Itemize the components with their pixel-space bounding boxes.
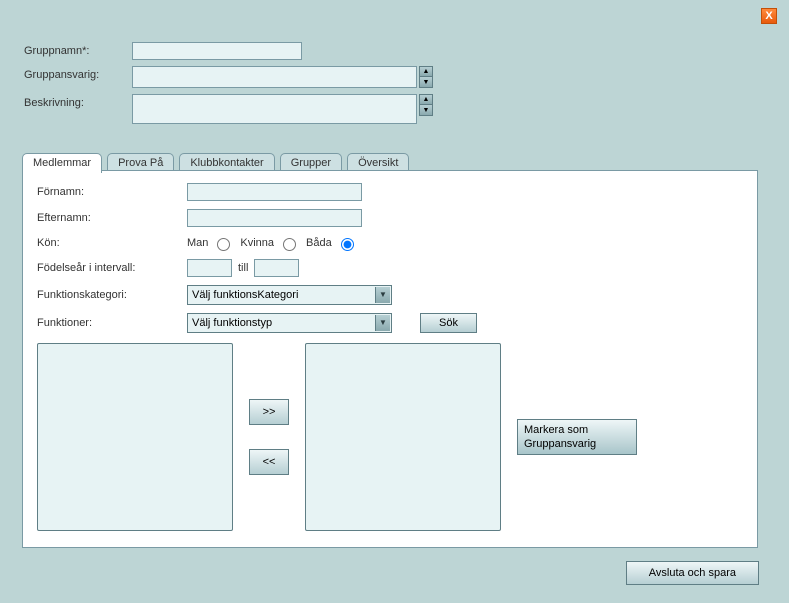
move-right-button[interactable]: >> bbox=[249, 399, 289, 425]
funktionskategori-select[interactable]: Välj funktionsKategori bbox=[187, 285, 392, 305]
fodelsear-till-label: till bbox=[238, 262, 248, 274]
gruppansvarig-down-icon[interactable]: ▼ bbox=[419, 77, 433, 88]
efternamn-input[interactable] bbox=[187, 209, 362, 227]
sok-button[interactable]: Sök bbox=[420, 313, 477, 333]
gruppansvarig-up-icon[interactable]: ▲ bbox=[419, 66, 433, 77]
available-listbox[interactable] bbox=[37, 343, 233, 531]
kon-kvinna-label: Kvinna bbox=[240, 237, 274, 249]
beskrivning-down-icon[interactable]: ▼ bbox=[419, 105, 433, 116]
avsluta-och-spara-button[interactable]: Avsluta och spara bbox=[626, 561, 759, 585]
gruppansvarig-label: Gruppansvarig: bbox=[24, 66, 132, 81]
markera-line1: Markera som bbox=[524, 424, 588, 436]
funktioner-label: Funktioner: bbox=[37, 317, 187, 329]
beskrivning-label: Beskrivning: bbox=[24, 94, 132, 109]
funktioner-select[interactable]: Välj funktionstyp bbox=[187, 313, 392, 333]
header-form: Gruppnamn*: Gruppansvarig: ▲ ▼ Beskrivni… bbox=[24, 42, 433, 130]
markera-line2: Gruppansvarig bbox=[524, 438, 596, 450]
fodelsear-label: Födelseår i intervall: bbox=[37, 262, 187, 274]
move-left-button[interactable]: << bbox=[249, 449, 289, 475]
gruppansvarig-input[interactable] bbox=[132, 66, 417, 88]
gruppnamn-input[interactable] bbox=[132, 42, 302, 60]
kon-label: Kön: bbox=[37, 237, 187, 249]
fornamn-input[interactable] bbox=[187, 183, 362, 201]
footer: Avsluta och spara bbox=[626, 561, 759, 585]
beskrivning-input[interactable] bbox=[132, 94, 417, 124]
funktionskategori-label: Funktionskategori: bbox=[37, 289, 187, 301]
fodelsear-from-input[interactable] bbox=[187, 259, 232, 277]
tab-panel-medlemmar: Förnamn: Efternamn: Kön: Man Kvinna Båda… bbox=[22, 170, 758, 548]
efternamn-label: Efternamn: bbox=[37, 212, 187, 224]
gruppnamn-label: Gruppnamn*: bbox=[24, 42, 132, 57]
selected-listbox[interactable] bbox=[305, 343, 501, 531]
kon-bada-radio[interactable] bbox=[341, 238, 354, 251]
fodelsear-to-input[interactable] bbox=[254, 259, 299, 277]
fornamn-label: Förnamn: bbox=[37, 186, 187, 198]
close-button[interactable]: X bbox=[761, 8, 777, 24]
beskrivning-up-icon[interactable]: ▲ bbox=[419, 94, 433, 105]
markera-gruppansvarig-button[interactable]: Markera som Gruppansvarig bbox=[517, 419, 637, 455]
tabstrip: Medlemmar Prova På Klubbkontakter Gruppe… bbox=[22, 152, 409, 172]
kon-man-radio[interactable] bbox=[217, 238, 230, 251]
kon-kvinna-radio[interactable] bbox=[283, 238, 296, 251]
kon-man-label: Man bbox=[187, 237, 208, 249]
kon-bada-label: Båda bbox=[306, 237, 332, 249]
tab-medlemmar[interactable]: Medlemmar bbox=[22, 153, 102, 173]
